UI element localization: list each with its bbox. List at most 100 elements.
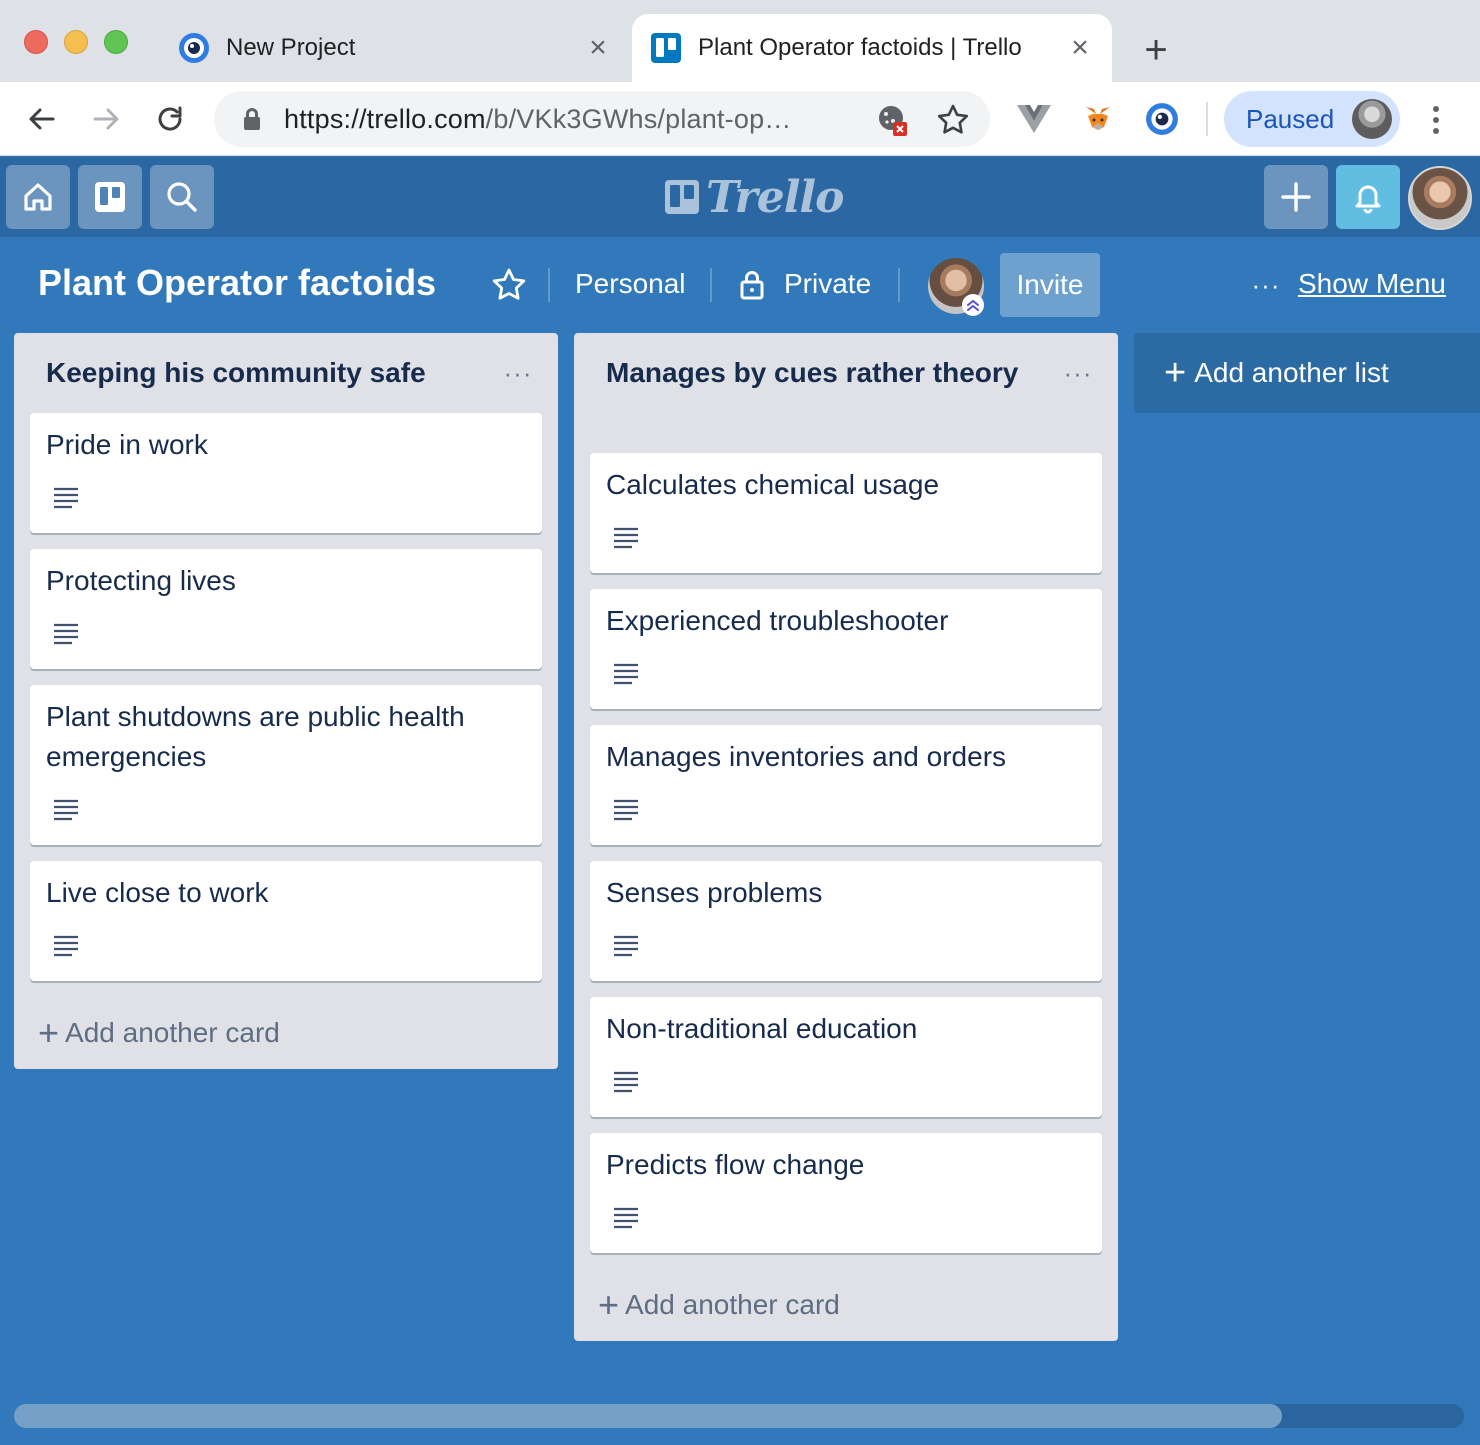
reload-button[interactable]: [146, 95, 194, 143]
star-icon[interactable]: [490, 266, 528, 304]
board-team-button[interactable]: Personal: [575, 268, 686, 300]
plus-icon: +: [38, 1012, 60, 1053]
add-card-button[interactable]: + Add another card: [38, 1011, 280, 1055]
card[interactable]: Predicts flow change: [590, 1133, 1102, 1253]
trello-logo[interactable]: Trello: [664, 171, 844, 223]
list-menu-icon[interactable]: ···: [496, 355, 540, 391]
arrow-right-icon: [93, 108, 119, 130]
metamask-fox-icon[interactable]: [1080, 101, 1116, 137]
card[interactable]: Protecting lives: [30, 549, 542, 669]
description-icon: [614, 935, 638, 957]
card[interactable]: Non-traditional education: [590, 997, 1102, 1117]
window-minimize-button[interactable]: [64, 30, 88, 54]
card-title: Experienced troubleshooter: [606, 605, 949, 636]
admin-chevron-icon: [962, 294, 984, 316]
card-title: Pride in work: [46, 429, 208, 460]
card[interactable]: Senses problems: [590, 861, 1102, 981]
list-title[interactable]: Keeping his community safe: [46, 353, 476, 393]
card[interactable]: Live close to work: [30, 861, 542, 981]
description-icon: [614, 527, 638, 549]
horizontal-scrollbar-thumb[interactable]: [14, 1404, 1282, 1428]
address-bar[interactable]: https://trello.com/b/VKk3GWhs/plant-op…: [214, 91, 990, 147]
list-title[interactable]: Manages by cues rather theory: [606, 353, 1036, 393]
board-title[interactable]: Plant Operator factoids: [38, 262, 436, 304]
url-text: https://trello.com/b/VKk3GWhs/plant-op…: [284, 104, 844, 135]
bookmark-star-icon[interactable]: [936, 103, 970, 137]
arrow-left-icon: [29, 108, 55, 130]
description-icon: [54, 799, 78, 821]
card[interactable]: Pride in work: [30, 413, 542, 533]
card-title: Live close to work: [46, 877, 269, 908]
invite-button[interactable]: Invite: [1000, 253, 1100, 317]
list-keeping-community-safe: Keeping his community safe ··· Pride in …: [14, 333, 558, 1069]
tab-close-icon[interactable]: ×: [1060, 28, 1100, 68]
card-title: Calculates chemical usage: [606, 469, 940, 500]
browser-tab-new-project[interactable]: New Project ×: [160, 14, 630, 82]
trello-header: Trello: [0, 157, 1480, 237]
tab-close-icon[interactable]: ×: [578, 28, 618, 68]
plus-icon: +: [598, 1284, 620, 1325]
profile-button[interactable]: Paused: [1224, 91, 1400, 147]
add-card-label: Add another card: [65, 1017, 280, 1048]
user-avatar[interactable]: [1408, 166, 1472, 230]
plus-icon: [1281, 182, 1311, 212]
description-icon: [614, 799, 638, 821]
boards-button[interactable]: [78, 165, 142, 229]
eye-extension-icon[interactable]: [1144, 101, 1180, 137]
board-visibility-button[interactable]: Private: [784, 268, 871, 300]
show-menu-link[interactable]: Show Menu: [1298, 268, 1446, 300]
reload-icon: [158, 106, 182, 131]
card-title: Protecting lives: [46, 565, 236, 596]
header-divider: [898, 268, 900, 302]
list-menu-icon[interactable]: ···: [1056, 355, 1100, 391]
plus-icon: +: [1164, 351, 1187, 394]
browser-tab-bar: New Project × Plant Operator factoids | …: [0, 0, 1480, 82]
card[interactable]: Manages inventories and orders: [590, 725, 1102, 845]
description-icon: [614, 663, 638, 685]
card-title: Non-traditional education: [606, 1013, 918, 1044]
tab-title: Plant Operator factoids | Trello: [698, 34, 1022, 61]
search-icon: [167, 182, 197, 212]
window-close-button[interactable]: [24, 30, 48, 54]
card[interactable]: Calculates chemical usage: [590, 453, 1102, 573]
add-list-label: Add another list: [1194, 357, 1389, 388]
tab-title: New Project: [226, 34, 356, 61]
add-list-button[interactable]: + Add another list: [1134, 333, 1480, 413]
browser-menu-icon[interactable]: [1414, 100, 1458, 140]
add-card-button[interactable]: + Add another card: [598, 1283, 840, 1327]
add-card-label: Add another card: [625, 1289, 840, 1320]
back-button[interactable]: [18, 95, 66, 143]
profile-status: Paused: [1246, 103, 1335, 134]
card-title: Senses problems: [606, 877, 823, 908]
lock-icon[interactable]: [238, 107, 266, 131]
create-button[interactable]: [1264, 165, 1328, 229]
trello-logo-icon: [665, 180, 699, 214]
trello-logo-text: Trello: [706, 171, 844, 223]
new-tab-button[interactable]: +: [1132, 26, 1180, 74]
header-divider: [548, 268, 550, 302]
url-path: /b/VKk3GWhs/plant-op…: [485, 103, 792, 134]
description-icon: [54, 623, 78, 645]
more-icon[interactable]: ···: [1250, 270, 1282, 300]
card-title: Manages inventories and orders: [606, 741, 1007, 772]
home-button[interactable]: [6, 165, 70, 229]
browser-tab-trello[interactable]: Plant Operator factoids | Trello ×: [632, 14, 1112, 82]
description-icon: [614, 1207, 638, 1229]
url-host: https://trello.com: [284, 103, 486, 134]
description-icon: [614, 1071, 638, 1093]
description-icon: [54, 935, 78, 957]
home-icon: [24, 183, 52, 211]
list-manages-by-cues: Manages by cues rather theory ··· Calcul…: [574, 333, 1118, 1341]
description-icon: [54, 487, 78, 509]
card[interactable]: Experienced troubleshooter: [590, 589, 1102, 709]
window-zoom-button[interactable]: [104, 30, 128, 54]
toolbar-divider: [1206, 102, 1208, 136]
card[interactable]: Plant shutdowns are public health emerge…: [30, 685, 542, 845]
card-title: Predicts flow change: [606, 1149, 865, 1180]
cookie-blocked-icon[interactable]: [876, 103, 910, 137]
card-title: Plant shutdowns are public health emerge…: [46, 701, 465, 772]
vue-devtools-icon[interactable]: [1016, 101, 1052, 137]
forward-button[interactable]: [82, 95, 130, 143]
search-button[interactable]: [150, 165, 214, 229]
notifications-button[interactable]: [1336, 165, 1400, 229]
